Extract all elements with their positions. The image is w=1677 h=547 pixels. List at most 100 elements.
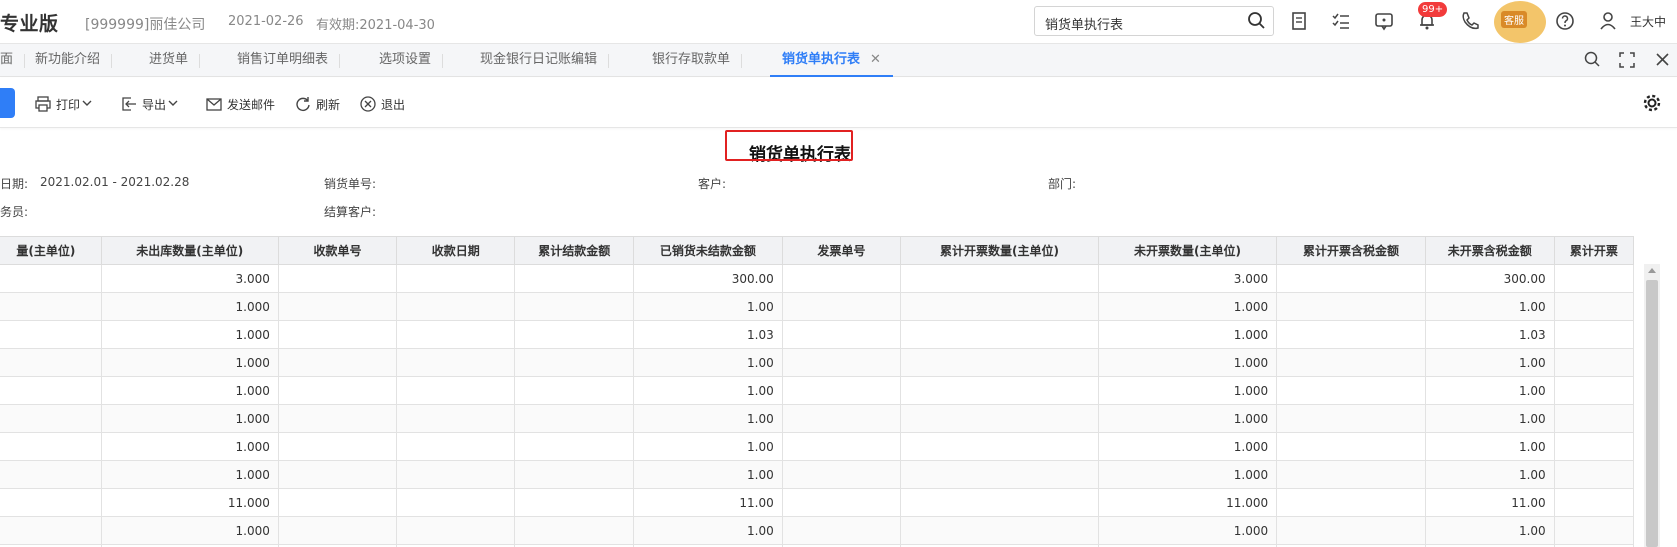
send-mail-button[interactable]: 发送邮件 — [205, 94, 285, 114]
close-all-icon[interactable] — [1653, 50, 1673, 70]
table-cell — [396, 320, 516, 349]
table-cell — [781, 292, 901, 321]
table-cell — [514, 460, 635, 489]
close-icon[interactable]: ✕ — [870, 52, 881, 67]
phone-icon[interactable] — [1459, 10, 1481, 32]
table-cell — [277, 516, 398, 545]
tab-label: 银行存取款单 — [652, 52, 731, 67]
print-button[interactable]: 打印 — [34, 94, 94, 114]
notification-badge: 99+ — [1418, 2, 1448, 17]
document-icon[interactable] — [1288, 10, 1310, 32]
column-header[interactable]: 已销货未结款金额 — [633, 236, 783, 265]
column-header[interactable]: 未开票数量(主单位) — [1097, 236, 1278, 265]
username[interactable]: 王大中 — [1630, 13, 1666, 30]
settings-gear-icon[interactable] — [1641, 92, 1663, 118]
table-row[interactable]: 3.000 300.00 3.000 300.00 — [0, 264, 1635, 293]
table-row[interactable]: 1.000 1.00 1.000 1.00 — [0, 460, 1635, 489]
table-cell — [899, 404, 1099, 433]
table-cell — [0, 320, 102, 349]
task-list-icon[interactable] — [1330, 10, 1352, 32]
table-cell — [277, 320, 398, 349]
chevron-down-icon — [168, 100, 178, 106]
customer-service-label: 客服 — [1501, 11, 1527, 28]
table-cell: 1.000 — [1097, 460, 1278, 489]
table-cell: 300.00 — [1424, 264, 1555, 293]
table-row[interactable]: 1.000 1.00 1.000 1.00 — [0, 516, 1635, 545]
table-cell: 1.000 — [100, 320, 279, 349]
table-cell: 300.00 — [633, 264, 783, 293]
table-cell: 1.000 — [100, 516, 279, 545]
vertical-scrollbar[interactable] — [1644, 264, 1660, 547]
table-cell: 1.000 — [1097, 376, 1278, 405]
table-cell — [514, 320, 635, 349]
user-icon[interactable] — [1597, 10, 1619, 32]
table-cell: 1.000 — [100, 376, 279, 405]
tab-options[interactable]: 选项设置 — [367, 44, 444, 77]
company-name[interactable]: [999999]丽佳公司 — [85, 14, 205, 34]
tab-new-features[interactable]: 新功能介绍 — [23, 44, 113, 77]
table-cell — [0, 488, 102, 517]
tab-bank-deposit[interactable]: 银行存取款单 — [640, 44, 743, 77]
tab-desktop[interactable]: 面 — [0, 44, 26, 77]
export-button[interactable]: 导出 — [120, 94, 180, 114]
table-cell: 1.000 — [100, 292, 279, 321]
column-header[interactable]: 累计开票含税金额 — [1276, 236, 1426, 265]
table-cell — [899, 264, 1099, 293]
message-icon[interactable] — [1373, 10, 1395, 32]
search-icon[interactable] — [1583, 50, 1603, 70]
column-header[interactable]: 收款单号 — [277, 236, 398, 265]
refresh-button[interactable]: 刷新 — [294, 94, 344, 114]
table-row[interactable]: 1.000 1.00 1.000 1.00 — [0, 404, 1635, 433]
table-cell — [396, 264, 516, 293]
search-input[interactable]: 销货单执行表 — [1045, 14, 1123, 33]
help-icon[interactable] — [1554, 10, 1576, 32]
column-header[interactable]: 量(主单位) — [0, 236, 102, 265]
exit-button[interactable]: 退出 — [359, 94, 409, 114]
expiry-date: 有效期:2021-04-30 — [316, 18, 435, 33]
column-header[interactable]: 累计结款金额 — [514, 236, 635, 265]
column-header[interactable]: 未出库数量(主单位) — [100, 236, 279, 265]
table-cell — [1276, 320, 1426, 349]
table-row[interactable]: 11.000 11.00 11.000 11.00 — [0, 488, 1635, 517]
table-row[interactable]: 1.000 1.03 1.000 1.03 — [0, 320, 1635, 349]
table-cell — [1276, 516, 1426, 545]
column-header[interactable]: 累计开票 — [1553, 236, 1635, 265]
tab-purchase-order[interactable]: 进货单 — [137, 44, 201, 77]
table-cell — [1276, 376, 1426, 405]
customer-service-avatar[interactable]: 客服 — [1494, 1, 1546, 43]
fullscreen-icon[interactable] — [1617, 50, 1637, 70]
table-row[interactable]: 1.000 1.00 1.000 1.00 — [0, 348, 1635, 377]
column-header[interactable]: 未开票含税金额 — [1424, 236, 1555, 265]
table-cell: 1.00 — [633, 292, 783, 321]
table-cell — [277, 432, 398, 461]
column-header[interactable]: 累计开票数量(主单位) — [899, 236, 1099, 265]
table-cell — [1276, 432, 1426, 461]
table-cell — [1276, 348, 1426, 377]
column-header[interactable]: 发票单号 — [781, 236, 901, 265]
tab-sales-execution[interactable]: 销货单执行表 ✕ — [770, 44, 893, 77]
login-date: 2021-02-26 — [228, 14, 304, 29]
tab-sales-order-detail[interactable]: 销售订单明细表 — [225, 44, 341, 77]
table-cell — [514, 404, 635, 433]
table-cell: 1.00 — [1424, 292, 1555, 321]
table-row[interactable]: 1.000 1.00 1.000 1.00 — [0, 292, 1635, 321]
table-cell: 1.000 — [100, 404, 279, 433]
scroll-up-icon[interactable] — [1648, 268, 1656, 273]
table-cell — [277, 376, 398, 405]
table-header-row: 量(主单位) 未出库数量(主单位) 收款单号 收款日期 累计结款金额 已销货未结款金额 发票… — [0, 236, 1635, 265]
column-header[interactable]: 收款日期 — [396, 236, 516, 265]
scrollbar-thumb[interactable] — [1646, 280, 1658, 547]
table-cell: 1.00 — [633, 516, 783, 545]
table-row[interactable]: 1.000 1.00 1.000 1.00 — [0, 376, 1635, 405]
table-cell — [781, 264, 901, 293]
search-icon[interactable] — [1247, 11, 1267, 35]
table-row[interactable]: 1.000 1.00 1.000 1.00 — [0, 432, 1635, 461]
tab-cash-bank-journal[interactable]: 现金银行日记账编辑 — [468, 44, 610, 77]
tab-label: 现金银行日记账编辑 — [480, 52, 598, 67]
refresh-label: 刷新 — [316, 98, 341, 112]
table-cell — [899, 432, 1099, 461]
search-box[interactable]: 销货单执行表 — [1034, 6, 1274, 36]
table-cell: 1.000 — [1097, 516, 1278, 545]
primary-action-button[interactable] — [0, 88, 15, 118]
table-cell: 1.00 — [1424, 516, 1555, 545]
